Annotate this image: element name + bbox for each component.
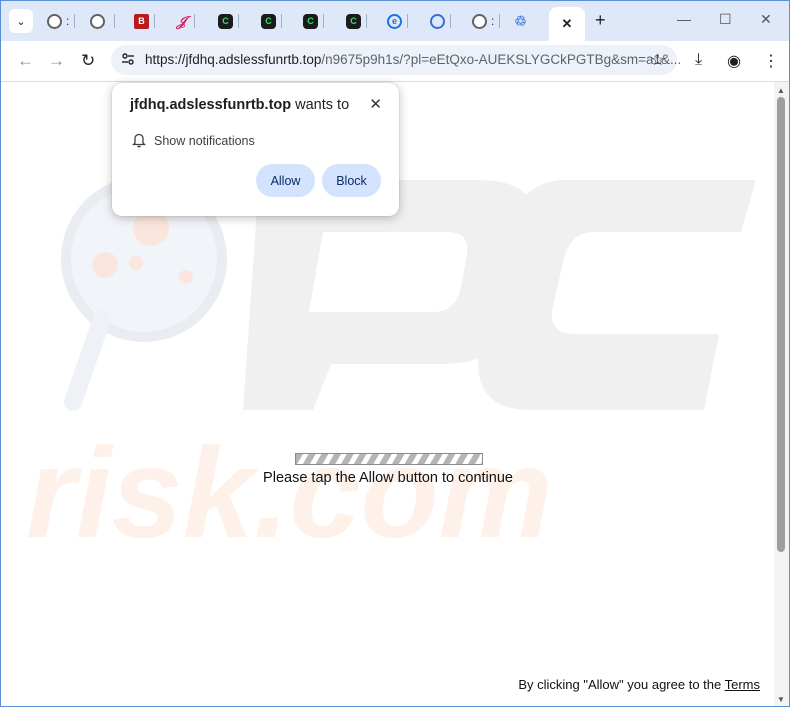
browser-window: ⌄ : B 𝒥 C C C C e: ♲ ✕ + — ☐ ✕ ← → ↻ ht…: [0, 0, 790, 707]
toolbar: ← → ↻ https://jfdhq.adslessfunrtb.top/n9…: [1, 41, 789, 81]
url-host: https://jfdhq.adslessfunrtb.top: [145, 52, 322, 67]
tab[interactable]: C: [303, 8, 324, 34]
globe-icon: [90, 13, 105, 29]
url-path: /n9675p9h1s/?pl=eEtQxo-AUEKSLYGCkPGTBg&s…: [321, 52, 682, 67]
scroll-up-arrow-icon[interactable]: ▲: [777, 86, 785, 95]
tab[interactable]: C: [261, 8, 282, 34]
tab[interactable]: 𝒥: [174, 8, 195, 34]
permission-label: Show notifications: [154, 133, 255, 148]
recycle-icon: ♲: [514, 12, 527, 29]
green-app-icon: C: [261, 13, 276, 29]
download-icon[interactable]: ⤓: [695, 51, 702, 69]
maximize-button[interactable]: ☐: [719, 11, 732, 28]
bell-icon: [132, 133, 146, 148]
green-app-icon: C: [218, 13, 233, 29]
close-window-button[interactable]: ✕: [760, 11, 772, 28]
minimize-button[interactable]: —: [677, 11, 691, 27]
f-logo-icon: 𝒥: [176, 12, 187, 29]
page-message: Please tap the Allow button to continue: [263, 470, 513, 486]
tab[interactable]: B: [134, 8, 155, 34]
tab-label: :: [491, 14, 495, 28]
new-tab-button[interactable]: +: [595, 10, 606, 31]
menu-icon[interactable]: ⋮: [763, 51, 779, 71]
block-button[interactable]: Block: [322, 164, 381, 197]
scroll-down-arrow-icon[interactable]: ▼: [777, 695, 785, 704]
globe-icon: [47, 13, 62, 29]
b-logo-icon: B: [134, 13, 149, 29]
tab[interactable]: [430, 8, 451, 34]
vertical-scrollbar[interactable]: ▲ ▼: [774, 82, 789, 706]
tab[interactable]: :: [472, 8, 501, 34]
url-text[interactable]: https://jfdhq.adslessfunrtb.top/n9675p9h…: [145, 52, 681, 67]
tab-strip: ⌄ : B 𝒥 C C C C e: ♲ ✕ + — ☐ ✕: [1, 1, 789, 41]
tab[interactable]: C: [346, 8, 367, 34]
footer-text: By clicking "Allow" you agree to the: [518, 677, 725, 692]
svg-text:risk.com: risk.com: [26, 422, 553, 565]
popup-wants-to: wants to: [291, 97, 350, 113]
tab-label: :: [66, 14, 70, 28]
terms-link[interactable]: Terms: [725, 677, 760, 692]
notification-permission-popup: jfdhq.adslessfunrtb.top wants to ✕ Show …: [112, 83, 399, 216]
tab-search-button[interactable]: ⌄: [9, 9, 33, 33]
forward-button[interactable]: →: [48, 51, 65, 71]
bookmark-star-icon[interactable]: ☆: [651, 50, 665, 70]
tab[interactable]: C: [218, 8, 239, 34]
globe-icon: [472, 13, 487, 29]
tab[interactable]: [90, 8, 115, 34]
back-button[interactable]: ←: [17, 51, 34, 71]
green-app-icon: C: [303, 13, 318, 29]
allow-button[interactable]: Allow: [256, 164, 315, 197]
chevron-down-icon: ⌄: [16, 15, 26, 28]
popup-host: jfdhq.adslessfunrtb.top: [130, 97, 292, 113]
tab[interactable]: e: [387, 8, 408, 34]
scroll-thumb[interactable]: [777, 97, 785, 552]
tab-active[interactable]: ✕: [549, 7, 585, 41]
profile-icon[interactable]: ◉: [727, 51, 741, 71]
permission-row: Show notifications: [132, 133, 255, 148]
blue-e-icon: e: [387, 13, 402, 29]
popup-title: jfdhq.adslessfunrtb.top wants to: [130, 97, 349, 113]
address-bar[interactable]: https://jfdhq.adslessfunrtb.top/n9675p9h…: [111, 45, 681, 75]
green-app-icon: C: [346, 13, 361, 29]
footer-notice: By clicking "Allow" you agree to the Ter…: [518, 677, 760, 692]
site-settings-icon[interactable]: [121, 52, 135, 66]
ring-icon: [430, 13, 445, 29]
tab[interactable]: ♲: [513, 8, 528, 34]
popup-close-button[interactable]: ✕: [369, 95, 382, 113]
close-icon[interactable]: ✕: [562, 16, 573, 32]
tab[interactable]: :: [47, 8, 76, 34]
reload-button[interactable]: ↻: [81, 51, 95, 71]
loading-progress-bar: [295, 453, 483, 465]
